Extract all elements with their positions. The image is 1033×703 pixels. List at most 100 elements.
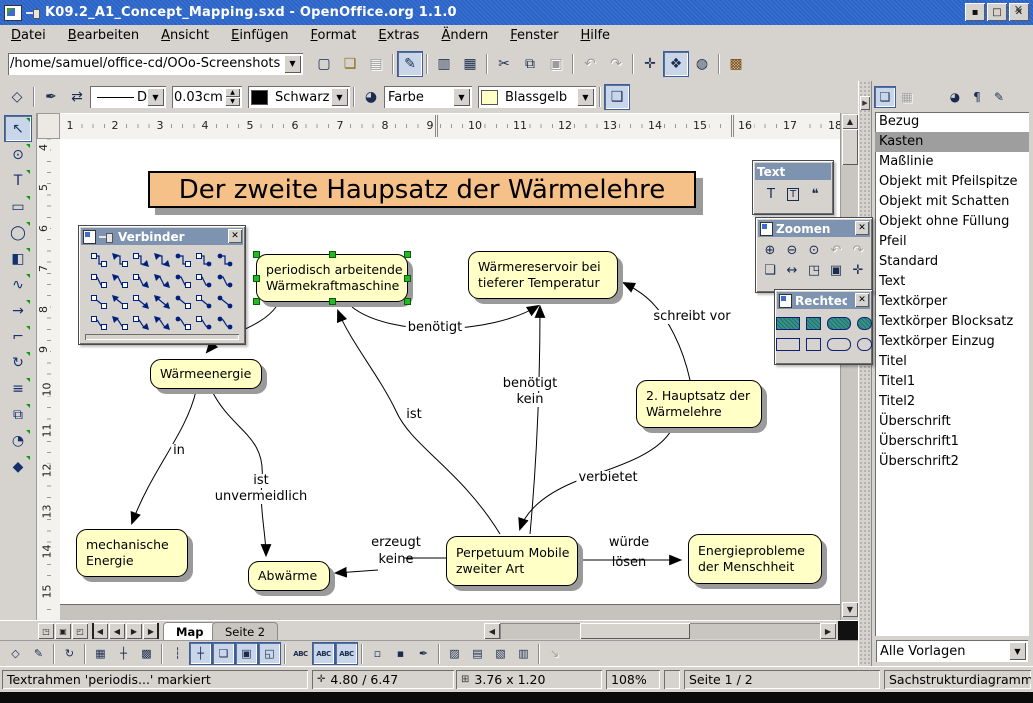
map-node-waermeenergie[interactable]: Wärmeenergie [150, 359, 262, 389]
arrow-ends-icon[interactable]: ⇄ [65, 85, 89, 109]
show-snap-lines-icon[interactable]: ┆ [167, 643, 188, 664]
style-item[interactable]: Textkörper Einzug [875, 332, 1029, 352]
selection-handle[interactable] [329, 298, 336, 305]
line-dialog-icon[interactable]: ✒ [39, 85, 63, 109]
snap-to-margins-icon[interactable]: ❏ [213, 643, 234, 664]
shadow-toggle-icon[interactable]: ❑ [605, 85, 629, 109]
style-item[interactable]: Textkörper Blocksatz [875, 312, 1029, 332]
square-icon[interactable] [806, 338, 821, 351]
create-with-attributes-icon[interactable]: ✒ [413, 643, 434, 664]
first-page-button[interactable]: ◀ [92, 623, 108, 639]
quick-edit-icon[interactable]: ABC [290, 643, 311, 664]
map-node-waermekraftmaschine[interactable]: periodisch arbeitende Wärmekraftmaschine [256, 254, 408, 302]
prev-page-button[interactable]: ◀ [109, 623, 125, 639]
edge-label[interactable]: schreibt vor [651, 310, 732, 324]
zoom-page-icon[interactable]: ❏ [760, 260, 780, 280]
menu-item-ansicht[interactable]: Ansicht [150, 26, 220, 45]
close-icon[interactable]: ✕ [855, 293, 869, 307]
edit-points-icon[interactable]: ◇ [5, 85, 29, 109]
connector-elbow-square-square[interactable] [89, 249, 110, 270]
scroll-up-icon[interactable]: ▲ [842, 114, 858, 129]
connector-curve-square-square[interactable] [89, 312, 110, 333]
line-contour-icon[interactable]: ▥ [513, 643, 534, 664]
selection-handle[interactable] [329, 251, 336, 258]
line-color-dropdown-icon[interactable]: ▼ [331, 88, 348, 106]
menu-item-einfgen[interactable]: Einfügen [220, 26, 299, 45]
filled-square-icon[interactable] [806, 317, 821, 330]
edge-label[interactable]: ist [251, 474, 270, 488]
3d-objects-tool[interactable]: ◧ [5, 246, 31, 271]
connector-straight-arrow-square[interactable] [110, 291, 131, 312]
style-filter-select[interactable]: Alle Vorlagen ▼ [876, 640, 1028, 662]
graphic-styles-icon[interactable]: ❑ [875, 87, 895, 107]
connector-elbow-dot-square[interactable] [173, 249, 194, 270]
rounded-rectangle-icon[interactable] [827, 338, 851, 351]
fill-dialog-icon[interactable]: ◕ [359, 85, 383, 109]
edge-label[interactable]: benötigt [501, 377, 560, 391]
line-width-field[interactable]: ▲▼ [172, 86, 242, 108]
palette-pin-icon[interactable] [99, 233, 113, 241]
menu-item-format[interactable]: Format [300, 26, 368, 45]
edge-label[interactable]: verbietet [576, 471, 639, 485]
last-page-button[interactable]: ▶ [143, 623, 159, 639]
connector-curve-square-arrow[interactable] [131, 312, 152, 333]
line-color-select[interactable]: Schwarz ▼ [248, 86, 350, 108]
style-item[interactable]: Textkörper [875, 292, 1029, 312]
style-item[interactable]: Kasten [875, 132, 1029, 152]
filled-rounded-square-icon[interactable] [857, 317, 872, 330]
minimize-button[interactable]: ▪ [965, 3, 985, 21]
connector-elbow-square-arrow[interactable] [131, 249, 152, 270]
edit-points-icon[interactable]: ◇ [5, 643, 26, 664]
layer-view-icon[interactable]: ◳ [38, 623, 54, 639]
rectangle-icon[interactable] [776, 338, 800, 351]
text-tool[interactable]: T [5, 168, 31, 193]
copy-icon[interactable]: ⧉ [518, 52, 542, 76]
style-item[interactable]: Titel1 [875, 372, 1029, 392]
zoom-optimal-icon[interactable]: ◳ [804, 260, 824, 280]
large-handles-icon[interactable]: ▪ [390, 643, 411, 664]
connector-elbow2-square-square[interactable] [89, 270, 110, 291]
callout-icon[interactable]: ❝ [805, 184, 825, 204]
fill-type-select[interactable]: Farbe ▼ [384, 86, 472, 108]
connector-elbow-arrow-arrow[interactable] [152, 249, 173, 270]
zoom-out-icon[interactable]: ⊖ [782, 240, 802, 260]
edit-file-icon[interactable]: ✎ [398, 52, 422, 76]
connector-straight-square-square[interactable] [89, 291, 110, 312]
edge-label[interactable]: in [171, 444, 187, 458]
fill-type-dropdown-icon[interactable]: ▼ [453, 88, 470, 106]
picture-placeholder-icon[interactable]: ▨ [444, 643, 465, 664]
cut-icon[interactable]: ✂ [492, 52, 516, 76]
menu-item-extras[interactable]: Extras [367, 26, 430, 45]
text-palette-titlebar[interactable]: Text [755, 163, 831, 180]
selection-handle[interactable] [253, 275, 260, 282]
selection-handle[interactable] [253, 298, 260, 305]
zoom-page-width-icon[interactable]: ↔ [782, 260, 802, 280]
horizontal-scrollbar[interactable] [500, 623, 820, 639]
selection-handle[interactable] [404, 298, 411, 305]
navigator-icon[interactable]: ✛ [638, 52, 662, 76]
pan-icon[interactable]: ✛ [848, 260, 868, 280]
edge-label[interactable]: lösen [612, 556, 647, 570]
connector-elbow2-arrow-square[interactable] [110, 270, 131, 291]
connector-elbow-square-dot[interactable] [194, 249, 215, 270]
line-style-dropdown-icon[interactable]: ▼ [147, 88, 164, 106]
double-click-to-edit-text-icon[interactable]: ABC [336, 643, 357, 664]
edge-label[interactable]: würde [609, 536, 649, 550]
connector-curve-arrow-arrow[interactable] [152, 312, 173, 333]
connector-elbow-dot-dot[interactable] [215, 249, 236, 270]
map-node-waermereservoir[interactable]: Wärmereservoir bei tieferer Temperatur [468, 251, 618, 299]
edge-label[interactable]: benötigt [406, 321, 465, 335]
style-filter-dropdown-icon[interactable]: ▼ [1009, 642, 1026, 660]
style-item[interactable]: Text [875, 272, 1029, 292]
3d-controller-tool[interactable]: ◆ [5, 454, 31, 479]
lines-arrows-tool[interactable]: → [5, 298, 31, 323]
panel-collapse-icon[interactable]: ▶ [860, 96, 870, 110]
rectangle-palette-titlebar[interactable]: Rechtec ✕ [777, 292, 870, 309]
connector-palette-titlebar[interactable]: Verbinder ✕ [81, 228, 243, 245]
width-up-icon[interactable]: ▲ [225, 88, 240, 97]
curve-tool[interactable]: ∿ [5, 272, 31, 297]
new-style-from-selection-icon[interactable]: ¶ [967, 87, 987, 107]
layer-mode-icon[interactable]: ◰ [72, 623, 88, 639]
hyperlink-icon[interactable]: ◍ [690, 52, 714, 76]
connector-elbow2-arrow-arrow[interactable] [152, 270, 173, 291]
